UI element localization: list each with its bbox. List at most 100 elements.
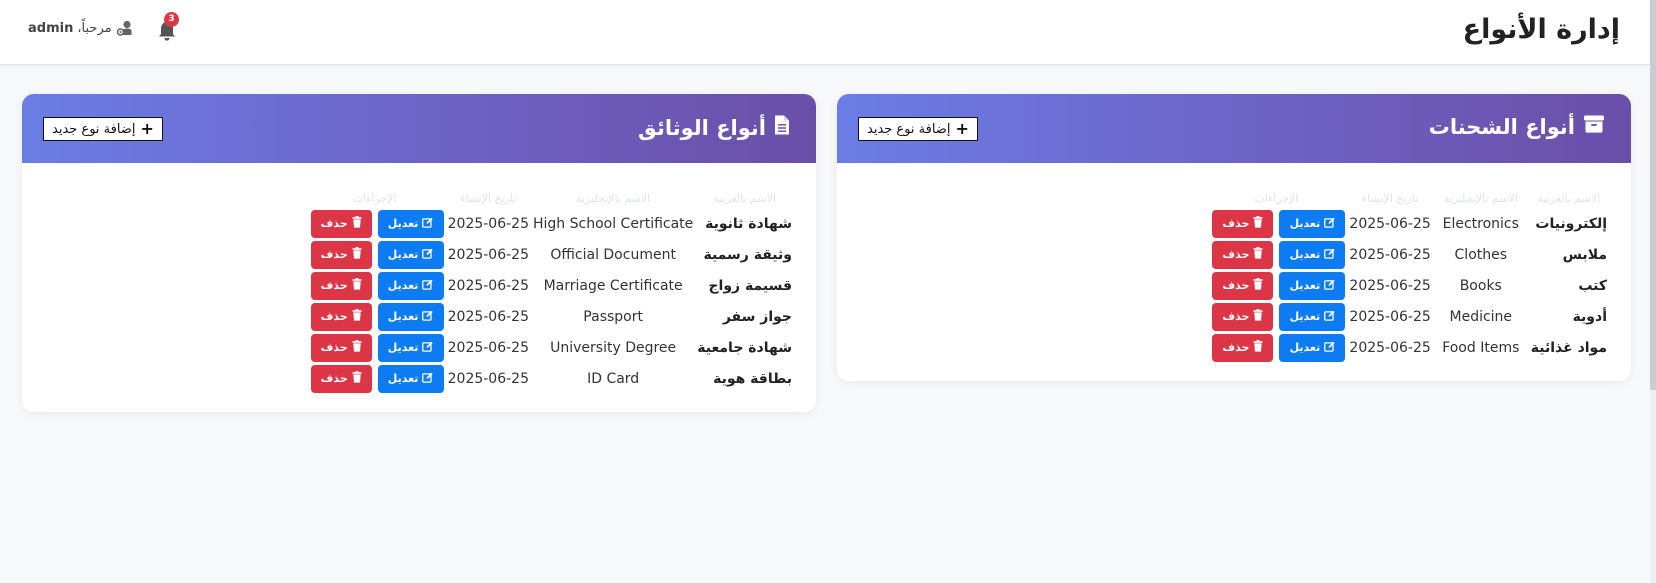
edit-button[interactable]: تعديل: [1279, 209, 1346, 238]
add-document-type-button[interactable]: + إضافة نوع جديد: [43, 117, 163, 141]
trash-icon: [1253, 247, 1263, 262]
plus-icon: +: [140, 119, 154, 138]
created-date-cell: 2025-06-25: [447, 339, 529, 356]
card-title-text: أنواع الشحنات: [1428, 114, 1575, 139]
plus-icon: +: [955, 119, 969, 138]
edit-icon: [422, 217, 434, 231]
delete-button[interactable]: حذف: [1212, 240, 1274, 269]
delete-label: حذف: [320, 279, 348, 292]
trash-icon: [352, 371, 362, 386]
trash-icon: [352, 247, 362, 262]
edit-icon: [422, 341, 434, 355]
created-date-cell: 2025-06-25: [447, 215, 529, 232]
table-row: أدوية Medicine 2025-06-25 تعديل حذف: [1205, 301, 1609, 332]
delete-button[interactable]: حذف: [1212, 209, 1274, 238]
delete-button[interactable]: حذف: [310, 240, 372, 269]
edit-label: تعديل: [387, 217, 419, 230]
edit-button[interactable]: تعديل: [377, 271, 444, 300]
delete-button[interactable]: حذف: [310, 271, 372, 300]
add-button-label: إضافة نوع جديد: [867, 121, 951, 137]
edit-button[interactable]: تعديل: [377, 209, 444, 238]
edit-button[interactable]: تعديل: [1279, 271, 1346, 300]
arabic-name-cell: ملابس: [1562, 246, 1607, 263]
document-types-table: الاسم بالعربية الاسم بالإنجليزية تاريخ ا…: [304, 188, 794, 394]
edit-icon: [422, 310, 434, 324]
table-row: كتب Books 2025-06-25 تعديل حذف: [1205, 270, 1609, 301]
document-types-card: أنواع الوثائق + إضافة نوع جديد الاسم بال…: [22, 94, 816, 412]
table-row: وثيقة رسمية Official Document 2025-06-25 تع…: [304, 239, 794, 270]
delete-button[interactable]: حذف: [310, 209, 372, 238]
created-date-cell: 2025-06-25: [447, 308, 529, 325]
delete-button[interactable]: حذف: [1212, 271, 1274, 300]
english-name-cell: Medicine: [1449, 308, 1513, 325]
arabic-name-cell: وثيقة رسمية: [703, 246, 792, 263]
english-name-cell: Marriage Certificate: [543, 277, 683, 294]
table-row: قسيمة زواج Marriage Certificate 2025-06-25…: [304, 270, 794, 301]
actions-cell: تعديل حذف: [304, 208, 446, 239]
card-title: أنواع الوثائق: [638, 114, 790, 141]
edit-label: تعديل: [387, 341, 419, 354]
delete-label: حذف: [320, 248, 348, 261]
delete-label: حذف: [1222, 341, 1250, 354]
arabic-name-cell: بطاقة هوية: [713, 370, 792, 387]
shipment-types-card: أنواع الشحنات + إضافة نوع جديد الاسم بال…: [837, 94, 1631, 381]
arabic-name-cell: شهادة ثانوية: [705, 215, 792, 232]
column-header: الاسم بالإنجليزية: [576, 191, 651, 205]
edit-icon: [1324, 310, 1335, 324]
edit-button[interactable]: تعديل: [377, 302, 444, 331]
edit-button[interactable]: تعديل: [1279, 333, 1346, 362]
delete-label: حذف: [320, 341, 348, 354]
trash-icon: [1253, 340, 1263, 355]
actions-cell: تعديل حذف: [304, 270, 446, 301]
edit-label: تعديل: [1289, 217, 1321, 230]
edit-label: تعديل: [387, 248, 419, 261]
edit-label: تعديل: [1289, 310, 1321, 323]
created-date-cell: 2025-06-25: [447, 370, 529, 387]
card-header: أنواع الشحنات + إضافة نوع جديد: [837, 94, 1631, 163]
card-title-text: أنواع الوثائق: [638, 115, 766, 140]
edit-icon: [422, 372, 434, 386]
edit-icon: [422, 248, 434, 262]
edit-button[interactable]: تعديل: [377, 364, 444, 393]
delete-button[interactable]: حذف: [1212, 333, 1274, 362]
created-date-cell: 2025-06-25: [1349, 215, 1431, 232]
add-shipment-type-button[interactable]: + إضافة نوع جديد: [858, 117, 978, 141]
created-date-cell: 2025-06-25: [447, 277, 529, 294]
delete-label: حذف: [1222, 310, 1250, 323]
edit-icon: [1324, 248, 1335, 262]
page-scrollbar[interactable]: [1650, 0, 1656, 583]
actions-cell: تعديل حذف: [1205, 208, 1347, 239]
edit-button[interactable]: تعديل: [377, 240, 444, 269]
table-row: مواد غذائية Food Items 2025-06-25 تعديل حذف: [1205, 332, 1609, 363]
column-header: الاسم بالعربية: [1537, 191, 1601, 205]
delete-button[interactable]: حذف: [310, 302, 372, 331]
trash-icon: [352, 278, 362, 293]
actions-cell: تعديل حذف: [1205, 301, 1347, 332]
delete-button[interactable]: حذف: [310, 333, 372, 362]
table-row: إلكترونيات Electronics 2025-06-25 تعديل حذف: [1205, 208, 1609, 239]
username-text: admin: [28, 20, 74, 36]
edit-label: تعديل: [387, 310, 419, 323]
delete-label: حذف: [1222, 279, 1250, 292]
column-header: الإجراءات: [1254, 191, 1299, 205]
edit-button[interactable]: تعديل: [1279, 240, 1346, 269]
english-name-cell: Passport: [583, 308, 643, 325]
actions-cell: تعديل حذف: [1205, 270, 1347, 301]
created-date-cell: 2025-06-25: [1349, 339, 1431, 356]
edit-button[interactable]: تعديل: [1279, 302, 1346, 331]
edit-button[interactable]: تعديل: [377, 333, 444, 362]
table-row: شهادة جامعية University Degree 2025-06-25 ت…: [304, 332, 794, 363]
edit-label: تعديل: [387, 279, 419, 292]
arabic-name-cell: مواد غذائية: [1530, 339, 1607, 356]
page-title: إدارة الأنواع: [1462, 14, 1620, 45]
trash-icon: [352, 309, 362, 324]
english-name-cell: Official Document: [550, 246, 676, 263]
arabic-name-cell: أدوية: [1572, 308, 1607, 325]
scrollbar-thumb[interactable]: [1650, 0, 1656, 390]
column-header: تاريخ الإنشاء: [1362, 191, 1419, 205]
delete-button[interactable]: حذف: [1212, 302, 1274, 331]
delete-button[interactable]: حذف: [310, 364, 372, 393]
table-row: جواز سفر Passport 2025-06-25 تعديل حذف: [304, 301, 794, 332]
arabic-name-cell: إلكترونيات: [1535, 215, 1607, 232]
user-menu[interactable]: مرحباً، admin: [28, 20, 134, 36]
